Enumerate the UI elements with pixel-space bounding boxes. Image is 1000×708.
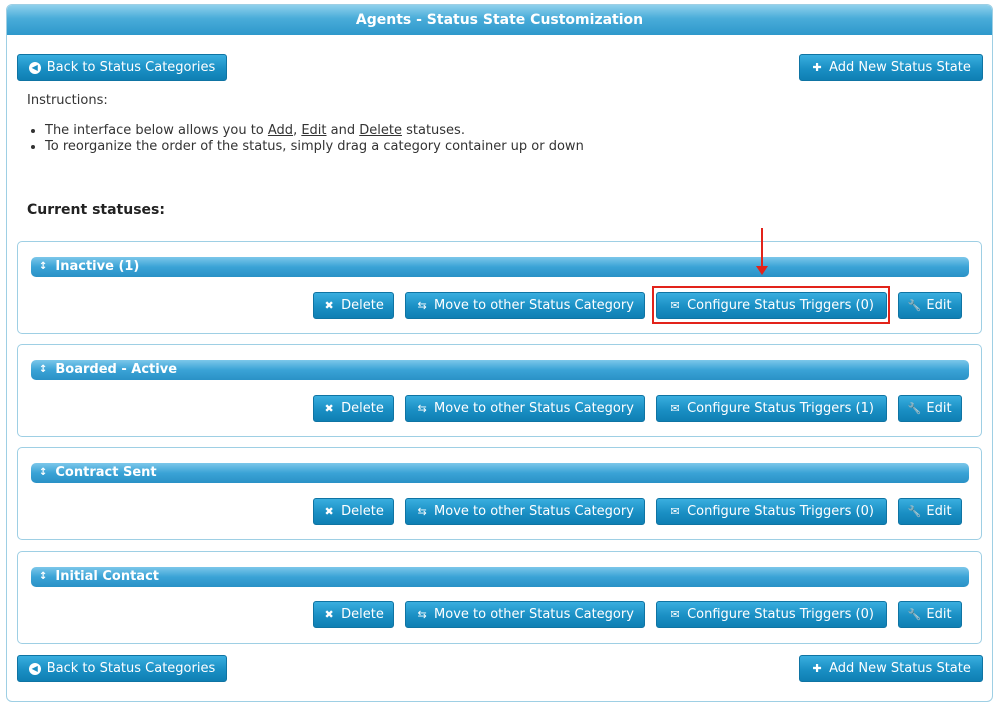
edit-label: Edit bbox=[926, 504, 952, 519]
delete-button[interactable]: ✖ Delete bbox=[313, 395, 394, 422]
back-button-label: Back to Status Categories bbox=[46, 661, 216, 676]
add-new-status-button-bottom[interactable]: ✚ Add New Status State bbox=[799, 655, 983, 682]
wrench-icon: 🔧 bbox=[907, 299, 922, 312]
edit-label: Edit bbox=[926, 401, 952, 416]
wrench-icon: 🔧 bbox=[907, 402, 922, 415]
delete-button[interactable]: ✖ Delete bbox=[313, 601, 394, 628]
add-button-label: Add New Status State bbox=[829, 60, 971, 75]
move-label: Move to other Status Category bbox=[434, 401, 634, 416]
delete-label: Delete bbox=[341, 504, 384, 519]
edit-label: Edit bbox=[926, 298, 952, 313]
instruction-item-1: The interface below allows you to Add, E… bbox=[45, 123, 585, 139]
annotation-arrow-line bbox=[761, 228, 763, 268]
instruction-text: statuses. bbox=[401, 123, 465, 138]
drag-updown-icon[interactable]: ↕ bbox=[39, 360, 47, 380]
circle-left-icon: ◀ bbox=[28, 662, 41, 675]
delete-label: Delete bbox=[341, 401, 384, 416]
plus-icon: ✚ bbox=[812, 662, 822, 675]
status-panel[interactable]: ↕ Initial Contact bbox=[17, 551, 982, 644]
status-panel-header[interactable]: ↕ Contract Sent bbox=[31, 463, 969, 483]
swap-arrows-icon: ⇆ bbox=[417, 608, 427, 621]
instruction-item-2: To reorganize the order of the status, s… bbox=[45, 139, 585, 155]
wrench-icon: 🔧 bbox=[907, 505, 922, 518]
edit-label: Edit bbox=[926, 607, 952, 622]
move-label: Move to other Status Category bbox=[434, 607, 634, 622]
status-name: Contract Sent bbox=[55, 465, 157, 480]
annotation-highlight-box bbox=[652, 286, 890, 324]
status-panel-header[interactable]: ↕ Boarded - Active bbox=[31, 360, 969, 380]
window-title: Agents - Status State Customization bbox=[7, 5, 992, 35]
configure-triggers-button[interactable]: ✉ Configure Status Triggers (0) bbox=[656, 601, 887, 628]
delete-link[interactable]: Delete bbox=[359, 123, 402, 138]
swap-arrows-icon: ⇆ bbox=[417, 299, 427, 312]
status-name: Boarded - Active bbox=[55, 362, 178, 377]
close-x-icon: ✖ bbox=[324, 608, 334, 621]
delete-label: Delete bbox=[341, 298, 384, 313]
circle-left-icon: ◀ bbox=[28, 61, 41, 74]
configure-triggers-button[interactable]: ✉ Configure Status Triggers (1) bbox=[656, 395, 887, 422]
move-category-button[interactable]: ⇆ Move to other Status Category bbox=[405, 395, 645, 422]
drag-updown-icon[interactable]: ↕ bbox=[39, 257, 47, 277]
close-x-icon: ✖ bbox=[324, 299, 334, 312]
status-name: Inactive (1) bbox=[55, 259, 140, 274]
current-statuses-heading: Current statuses: bbox=[27, 202, 165, 218]
separator: and bbox=[326, 123, 360, 138]
move-label: Move to other Status Category bbox=[434, 504, 634, 519]
status-name: Initial Contact bbox=[55, 569, 159, 584]
triggers-label: Configure Status Triggers (1) bbox=[687, 401, 874, 416]
add-link[interactable]: Add bbox=[268, 123, 293, 138]
swap-arrows-icon: ⇆ bbox=[417, 505, 427, 518]
annotation-arrow-head-icon bbox=[756, 266, 768, 275]
add-new-status-button-top[interactable]: ✚ Add New Status State bbox=[799, 54, 983, 81]
status-panel-header[interactable]: ↕ Initial Contact bbox=[31, 567, 969, 587]
delete-label: Delete bbox=[341, 607, 384, 622]
edit-button[interactable]: 🔧 Edit bbox=[898, 292, 962, 319]
move-category-button[interactable]: ⇆ Move to other Status Category bbox=[405, 292, 645, 319]
move-category-button[interactable]: ⇆ Move to other Status Category bbox=[405, 498, 645, 525]
instructions-label: Instructions: bbox=[27, 93, 108, 108]
delete-button[interactable]: ✖ Delete bbox=[313, 498, 394, 525]
instruction-text: The interface below allows you to bbox=[45, 123, 268, 138]
drag-updown-icon[interactable]: ↕ bbox=[39, 463, 47, 483]
edit-link[interactable]: Edit bbox=[301, 123, 326, 138]
envelope-icon: ✉ bbox=[670, 402, 680, 415]
drag-updown-icon[interactable]: ↕ bbox=[39, 567, 47, 587]
wrench-icon: 🔧 bbox=[907, 608, 922, 621]
back-to-categories-button-top[interactable]: ◀ Back to Status Categories bbox=[17, 54, 227, 81]
edit-button[interactable]: 🔧 Edit bbox=[898, 601, 962, 628]
instructions-list: The interface below allows you to Add, E… bbox=[27, 123, 585, 155]
back-to-categories-button-bottom[interactable]: ◀ Back to Status Categories bbox=[17, 655, 227, 682]
status-panel[interactable]: ↕ Boarded - Active bbox=[17, 344, 982, 437]
move-category-button[interactable]: ⇆ Move to other Status Category bbox=[405, 601, 645, 628]
triggers-label: Configure Status Triggers (0) bbox=[687, 607, 874, 622]
add-button-label: Add New Status State bbox=[829, 661, 971, 676]
back-button-label: Back to Status Categories bbox=[46, 60, 216, 75]
delete-button[interactable]: ✖ Delete bbox=[313, 292, 394, 319]
move-label: Move to other Status Category bbox=[434, 298, 634, 313]
triggers-label: Configure Status Triggers (0) bbox=[687, 504, 874, 519]
edit-button[interactable]: 🔧 Edit bbox=[898, 498, 962, 525]
plus-icon: ✚ bbox=[812, 61, 822, 74]
envelope-icon: ✉ bbox=[670, 608, 680, 621]
configure-triggers-button[interactable]: ✉ Configure Status Triggers (0) bbox=[656, 498, 887, 525]
envelope-icon: ✉ bbox=[670, 505, 680, 518]
status-panel-header[interactable]: ↕ Inactive (1) bbox=[31, 257, 969, 277]
close-x-icon: ✖ bbox=[324, 402, 334, 415]
close-x-icon: ✖ bbox=[324, 505, 334, 518]
swap-arrows-icon: ⇆ bbox=[417, 402, 427, 415]
edit-button[interactable]: 🔧 Edit bbox=[898, 395, 962, 422]
status-panel[interactable]: ↕ Contract Sent bbox=[17, 447, 982, 540]
